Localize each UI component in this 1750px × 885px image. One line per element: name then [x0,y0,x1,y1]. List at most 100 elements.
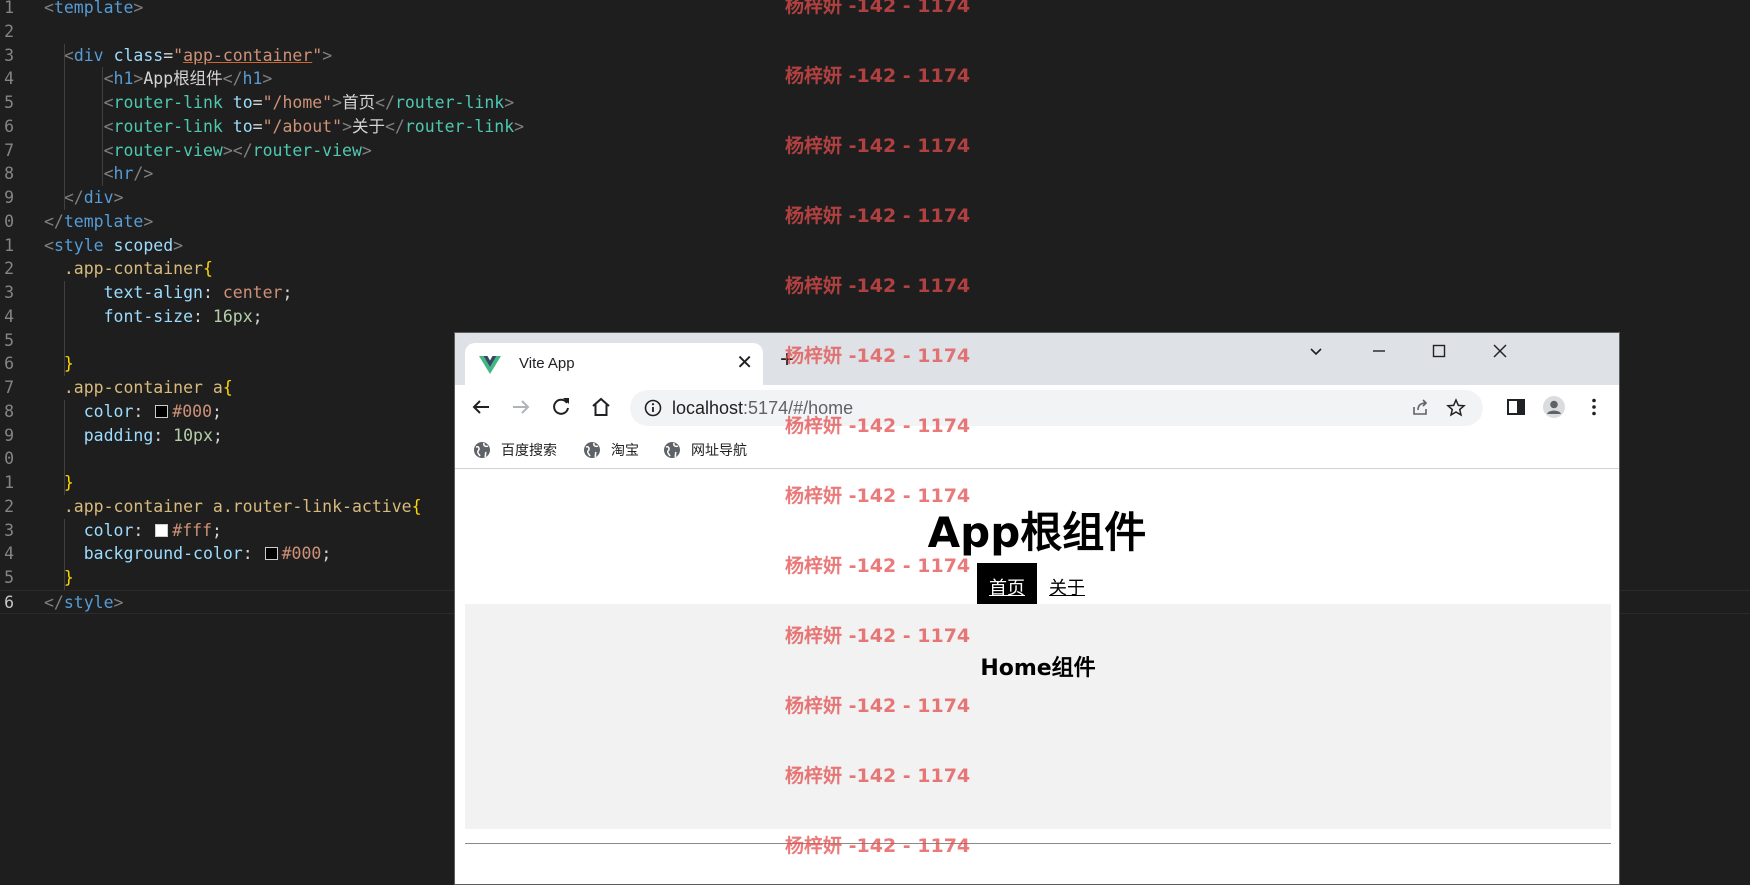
vue-logo-icon [479,356,501,374]
line-number: 1 [4,473,14,492]
bookmark-label: 网址导航 [691,442,747,458]
code-line[interactable]: 3 text-align: center; [0,281,1750,305]
line-number: 2 [4,21,14,41]
code-line[interactable]: 7 <router-view></router-view> [0,139,1750,163]
code-text: <div class="app-container"> [63,45,333,65]
line-number: 4 [4,306,14,326]
code-text: <router-link to="/home">首页</router-link> [103,93,515,112]
profile-avatar-icon[interactable] [1542,395,1566,419]
code-text: </style> [44,592,124,612]
tab-close-icon[interactable]: ✕ [736,351,753,375]
close-window-icon[interactable] [1485,343,1515,367]
code-text: .app-container a{ [63,378,233,397]
line-number: 7 [4,378,14,397]
back-icon[interactable] [469,395,493,419]
code-text: </div> [63,188,124,207]
tab-bar: Vite App ✕ + [455,333,1619,385]
line-number: 5 [4,330,14,350]
bookmarks-bar: 百度搜索 淘宝 网址导航 [455,431,1619,469]
home-component-heading: Home组件 [980,656,1096,681]
bookmark-nav[interactable]: 网址导航 [663,440,747,460]
code-line[interactable]: 3 <div class="app-container"> [0,44,1750,68]
code-text: padding: 10px; [83,425,223,445]
line-number: 0 [4,211,14,231]
code-text: background-color: #000; [83,544,332,564]
code-text: </template> [44,211,154,231]
bookmark-star-icon[interactable] [1446,398,1466,418]
code-text: } [63,354,74,374]
bookmark-label: 百度搜索 [501,442,557,458]
line-number: 2 [4,259,14,279]
line-number: 2 [4,496,14,516]
code-line[interactable]: 2 [0,20,1750,44]
new-tab-button[interactable]: + [780,348,794,372]
forward-icon[interactable] [509,395,533,419]
maximize-icon[interactable] [1424,343,1454,367]
code-line[interactable]: 2 .app-container{ [0,257,1750,281]
line-number: 1 [4,0,14,17]
line-number: 5 [4,568,14,587]
site-info-icon[interactable] [644,399,662,417]
line-number: 8 [4,164,14,184]
bookmark-baidu[interactable]: 百度搜索 [473,440,557,460]
code-text: .app-container a.router-link-active{ [63,496,422,516]
code-line[interactable]: 1 <template> [0,0,1750,20]
address-bar[interactable]: localhost:5174/#/home [630,390,1483,426]
code-line[interactable]: 4 font-size: 16px; [0,305,1750,329]
line-number: 6 [4,354,14,374]
line-number: 6 [4,116,14,136]
line-number: 9 [4,188,14,207]
globe-icon [584,442,600,458]
bookmark-taobao[interactable]: 淘宝 [583,440,639,460]
code-line[interactable]: 1 <style scoped> [0,234,1750,258]
web-page: App根组件 首页 关于 Home组件 [455,469,1619,884]
code-text: } [63,568,74,587]
line-number: 3 [4,283,14,302]
code-text: <router-view></router-view> [103,140,372,160]
line-number: 9 [4,425,14,445]
side-panel-icon[interactable] [1504,395,1528,419]
line-number: 1 [4,235,14,255]
code-text: <template> [44,0,144,17]
code-line[interactable]: 5 <router-link to="/home">首页</router-lin… [0,91,1750,115]
code-line[interactable]: 8 <hr/> [0,162,1750,186]
line-number: 7 [4,140,14,160]
code-line[interactable]: 9 </div> [0,186,1750,210]
code-text: font-size: 16px; [103,306,263,326]
code-text: } [63,473,74,492]
tab-search-icon[interactable] [1301,343,1331,367]
reload-icon[interactable] [549,395,573,419]
code-line[interactable]: 4 <h1>App根组件</h1> [0,67,1750,91]
url-text: localhost:5174/#/home [672,398,854,418]
browser-window: Vite App ✕ + localhost:5174/#/home 百度搜索 … [454,332,1620,885]
code-text: text-align: center; [103,283,293,302]
line-number: 4 [4,544,14,564]
code-line[interactable]: 0 </template> [0,210,1750,234]
code-line[interactable]: 6 <router-link to="/about">关于</router-li… [0,115,1750,139]
indent-guide [64,518,65,590]
share-icon[interactable] [1410,398,1430,418]
indent-guide [64,43,65,210]
code-text: color: #fff; [83,520,222,540]
line-number: 8 [4,401,14,421]
menu-dots-icon[interactable] [1582,395,1606,419]
code-text: color: #000; [83,401,222,421]
router-view: Home组件 [465,604,1611,829]
code-text: .app-container{ [63,259,213,279]
bookmark-label: 淘宝 [611,442,639,458]
app-heading: App根组件 [927,508,1147,557]
code-text: <hr/> [103,164,154,184]
line-number: 3 [4,45,14,65]
indent-guide [64,399,65,495]
minimize-icon[interactable] [1364,343,1394,367]
tab-title: Vite App [519,355,575,372]
browser-tab[interactable]: Vite App ✕ [465,343,763,385]
line-number: 4 [4,69,14,89]
browser-toolbar: localhost:5174/#/home [455,385,1619,431]
indent-guide [102,67,103,186]
home-icon[interactable] [589,395,613,419]
code-text: <style scoped> [44,235,184,255]
line-number: 3 [4,520,14,540]
indent-guide [64,281,65,376]
line-number: 0 [4,449,14,469]
